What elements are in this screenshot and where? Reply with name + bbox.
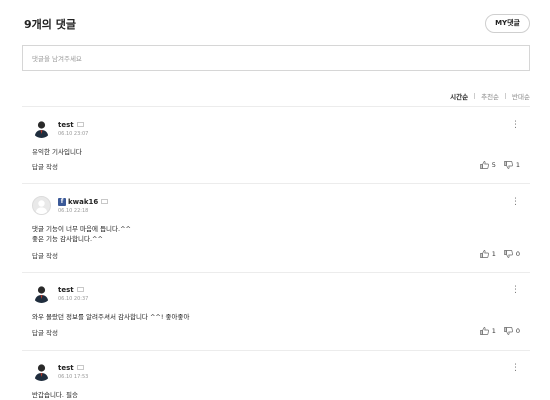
person-icon: [32, 284, 51, 303]
vote-controls: 1 0: [472, 327, 520, 335]
comment-username[interactable]: test: [58, 364, 74, 372]
divider: [22, 272, 530, 273]
divider: [22, 183, 530, 184]
like-count: 5: [491, 161, 496, 169]
more-options-icon[interactable]: ⋮: [511, 364, 520, 373]
like-button[interactable]: 1: [479, 250, 496, 258]
user-level-icon: [76, 122, 84, 127]
comment-text: 유익한 기사입니다: [32, 147, 82, 157]
comment-count-title: 9개의 댓글: [24, 16, 76, 32]
user-level-icon: [76, 287, 84, 292]
comment-date: 06.10 20:37: [58, 296, 89, 302]
reply-button[interactable]: 답글 작성: [32, 327, 58, 337]
sort-by-time[interactable]: 시간순: [450, 91, 468, 101]
comment-input-box[interactable]: [22, 45, 530, 71]
dislike-count: 0: [515, 327, 520, 335]
thumbs-up-icon: [479, 161, 489, 169]
reply-button[interactable]: 답글 작성: [32, 161, 58, 171]
comment-input[interactable]: [23, 47, 529, 71]
sort-separator: [474, 93, 476, 99]
comment-username[interactable]: test: [58, 286, 74, 294]
comment-text-line: 좋은 기능 감사합니다.^^: [32, 235, 103, 243]
comment-username[interactable]: test: [58, 121, 74, 129]
thumbs-down-icon: [504, 327, 513, 335]
thumbs-up-icon: [479, 250, 489, 258]
dislike-count: 1: [515, 161, 520, 169]
comment-text-line: 와우 몰랐던 정보를 알려주셔서 감사합니다 ^^! 좋아좋아: [32, 313, 190, 321]
thumbs-up-icon: [479, 327, 489, 335]
reply-button[interactable]: 답글 작성: [32, 250, 58, 260]
divider: [22, 350, 530, 351]
comment-count-number: 9: [24, 18, 32, 31]
comment-date: 06.10 23:07: [58, 131, 89, 137]
more-options-icon[interactable]: ⋮: [511, 198, 520, 207]
comment-text: 반갑습니다. 필승: [32, 390, 78, 400]
comment-count-suffix: 개의 댓글: [31, 18, 76, 31]
user-level-icon: [76, 365, 84, 370]
comment-text-line: 댓글 기능이 너무 마음에 듭니다.^^: [32, 225, 131, 233]
divider: [22, 106, 530, 107]
sort-separator: [505, 93, 507, 99]
my-comments-button[interactable]: MY댓글: [485, 14, 530, 33]
sort-by-dislikes[interactable]: 반대순: [512, 91, 530, 101]
like-count: 1: [491, 250, 496, 258]
comment-text: 댓글 기능이 너무 마음에 듭니다.^^ 좋은 기능 감사합니다.^^: [32, 224, 131, 244]
comment-date: 06.10 17:53: [58, 374, 89, 380]
like-count: 1: [491, 327, 496, 335]
thumbs-down-icon: [504, 161, 513, 169]
facebook-icon: f: [58, 197, 66, 206]
vote-controls: 1 0: [472, 250, 520, 258]
person-icon: [32, 119, 51, 138]
comment-username[interactable]: kwak16: [68, 198, 98, 206]
user-level-icon: [101, 199, 109, 204]
vote-controls: 5 1: [472, 161, 520, 169]
like-button[interactable]: 5: [479, 161, 496, 169]
dislike-button[interactable]: 0: [504, 250, 520, 258]
sort-by-likes[interactable]: 추천순: [481, 91, 499, 101]
person-icon: [32, 362, 51, 381]
comment-text-line: 반갑습니다. 필승: [32, 391, 78, 399]
dislike-count: 0: [515, 250, 520, 258]
default-avatar: [32, 196, 51, 215]
comment-text-line: 유익한 기사입니다: [32, 148, 82, 156]
comment-date: 06.10 22:18: [58, 208, 89, 214]
dislike-button[interactable]: 1: [504, 161, 520, 169]
dislike-button[interactable]: 0: [504, 327, 520, 335]
like-button[interactable]: 1: [479, 327, 496, 335]
comment-text: 와우 몰랐던 정보를 알려주셔서 감사합니다 ^^! 좋아좋아: [32, 312, 189, 322]
comments-header: 9개의 댓글 MY댓글: [24, 14, 530, 34]
more-options-icon[interactable]: ⋮: [511, 121, 520, 130]
sort-options: 시간순 추천순 반대순: [450, 91, 530, 101]
more-options-icon[interactable]: ⋮: [511, 286, 520, 295]
thumbs-down-icon: [504, 250, 513, 258]
